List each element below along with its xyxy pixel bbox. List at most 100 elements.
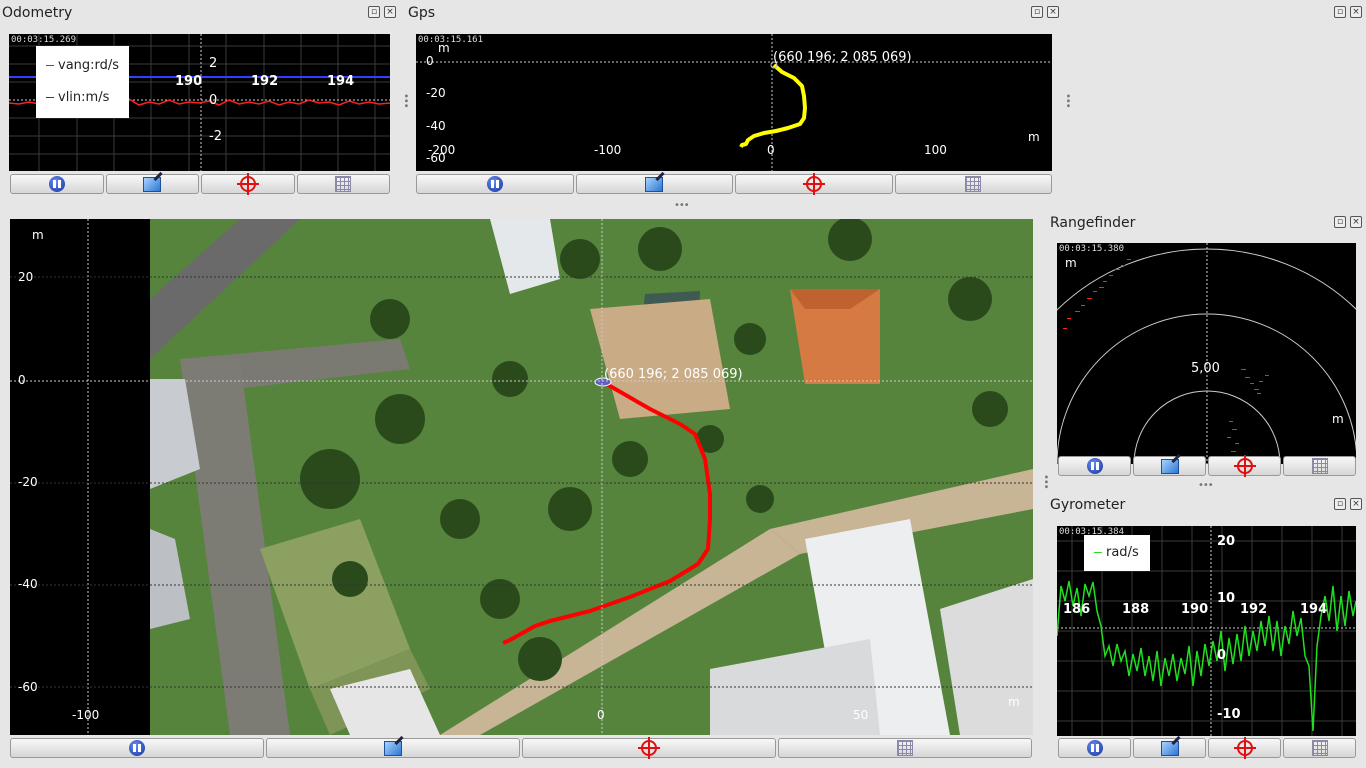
grid-icon (335, 176, 352, 192)
gyrometer-plot[interactable]: 00:03:15.384 20 10 0 -10 186 188 190 192… (1057, 526, 1356, 736)
close-icon[interactable]: × (1350, 216, 1362, 228)
pause-button[interactable] (1058, 456, 1131, 476)
center-button[interactable] (201, 173, 295, 195)
edit-button[interactable] (575, 174, 733, 194)
gps-panel: Gps ▫ × 00:03:15.161 m m 0 -20 -40 -60 -… (405, 0, 1065, 200)
gyrometer-y-tick: 0 (1217, 648, 1227, 663)
rangefinder-plot[interactable]: 00:03:15.380 m 5,00 m (1057, 243, 1356, 464)
pause-button[interactable] (416, 174, 574, 194)
splitter-handle[interactable]: ••• (674, 200, 690, 211)
rangefinder-title: Rangefinder (1050, 215, 1136, 231)
gps-title: Gps (408, 5, 436, 21)
pause-icon (129, 740, 145, 756)
map-plot[interactable]: m 20 0 -20 -40 -60 -100 0 50 m (660 196;… (10, 219, 1033, 735)
target-icon (638, 737, 660, 759)
grid-icon (1311, 740, 1328, 756)
odometry-panel: Odometry ▫ × 00:03:15.269 188 190 192 19… (0, 0, 400, 200)
odometry-plot[interactable]: 00:03:15.269 188 190 192 194 2 0 -2 vang… (9, 34, 390, 171)
float-icon[interactable]: ▫ (1334, 216, 1346, 228)
close-icon[interactable]: × (384, 6, 396, 18)
map-point-label: (660 196; 2 085 069) (604, 367, 743, 382)
grid-button[interactable] (1283, 738, 1356, 758)
gps-plot[interactable]: 00:03:15.161 m m 0 -20 -40 -60 -200 -100… (416, 34, 1052, 171)
pause-button[interactable] (1058, 738, 1131, 758)
map-y-tick: -40 (18, 577, 38, 591)
grid-icon (965, 176, 982, 192)
odometry-x-tick: 194 (327, 74, 355, 89)
close-icon[interactable]: × (1047, 6, 1059, 18)
odometry-x-tick: 190 (175, 74, 203, 89)
aerial-image (150, 219, 1033, 735)
target-icon (236, 173, 259, 195)
center-button[interactable] (1208, 455, 1281, 477)
edit-icon (645, 176, 664, 192)
edit-button[interactable] (266, 738, 520, 758)
gps-y-tick: 0 (426, 54, 434, 68)
float-icon[interactable]: ▫ (1334, 498, 1346, 510)
odometry-timestamp: 00:03:15.269 (11, 35, 77, 45)
pause-icon (486, 176, 503, 192)
map-x-tick: -100 (72, 708, 100, 722)
gyrometer-x-tick: 192 (1240, 602, 1268, 617)
odometry-y-tick: 0 (209, 93, 218, 108)
rangefinder-toolbar (1058, 455, 1356, 477)
gps-grid (416, 34, 1052, 171)
edit-button[interactable] (1133, 456, 1206, 476)
gps-x-tick: -100 (594, 143, 622, 157)
close-icon[interactable]: × (1350, 6, 1362, 18)
target-icon (1233, 737, 1256, 759)
legend-entry-vlin: vlin:m/s (46, 82, 119, 114)
float-icon[interactable]: ▫ (368, 6, 380, 18)
gps-y-tick: -20 (426, 86, 446, 100)
map-x-tick: 50 (853, 708, 869, 722)
rangefinder-x-unit: m (1332, 412, 1344, 426)
map-y-unit: m (32, 228, 44, 242)
gyrometer-x-tick: 186 (1063, 602, 1091, 617)
grid-icon (1311, 458, 1328, 474)
map-x-unit: m (1008, 695, 1020, 709)
pause-button[interactable] (10, 174, 104, 194)
pause-icon (1086, 458, 1103, 474)
odometry-y-tick: 2 (209, 56, 218, 71)
legend-entry-rad: rad/s (1094, 539, 1140, 567)
odometry-toolbar (10, 173, 390, 195)
gps-x-unit: m (1028, 130, 1040, 144)
gyrometer-toolbar (1058, 737, 1356, 759)
pause-icon (1086, 740, 1103, 756)
rangefinder-timestamp: 00:03:15.380 (1059, 244, 1125, 254)
edit-button[interactable] (105, 174, 199, 194)
map-y-tick: 20 (18, 270, 34, 284)
splitter-handle[interactable]: ••• (1198, 480, 1214, 491)
gps-y-tick: -40 (426, 119, 446, 133)
map-toolbar (10, 737, 1032, 759)
grid-button[interactable] (1283, 456, 1356, 476)
target-icon (802, 173, 825, 195)
rangefinder-ring-label: 5,00 (1191, 361, 1220, 376)
grid-icon (897, 740, 913, 756)
edit-icon (143, 176, 162, 192)
pause-button[interactable] (10, 738, 264, 758)
odometry-legend: vang:rd/s vlin:m/s (36, 46, 129, 118)
target-icon (1233, 455, 1256, 477)
map-x-tick: 0 (597, 708, 605, 722)
float-icon[interactable]: ▫ (1031, 6, 1043, 18)
aerial-map-drawing (150, 219, 1033, 735)
gps-point-label: (660 196; 2 085 069) (773, 50, 912, 65)
rangefinder-scan (1057, 243, 1356, 464)
grid-button[interactable] (894, 174, 1052, 194)
gyrometer-x-tick: 194 (1300, 602, 1328, 617)
splitter-handle[interactable]: ••• (1062, 93, 1073, 108)
gps-y-unit: m (438, 41, 450, 55)
gyrometer-legend: rad/s (1084, 535, 1150, 571)
center-button[interactable] (735, 173, 893, 195)
close-icon[interactable]: × (1350, 498, 1362, 510)
grid-button[interactable] (778, 738, 1032, 758)
odometry-y-tick: -2 (209, 129, 222, 144)
float-icon[interactable]: ▫ (1334, 6, 1346, 18)
grid-button[interactable] (296, 174, 390, 194)
center-button[interactable] (522, 737, 776, 759)
edit-button[interactable] (1133, 738, 1206, 758)
gyrometer-y-tick: 10 (1217, 591, 1236, 606)
gyrometer-y-tick: -10 (1217, 707, 1241, 722)
center-button[interactable] (1208, 737, 1281, 759)
